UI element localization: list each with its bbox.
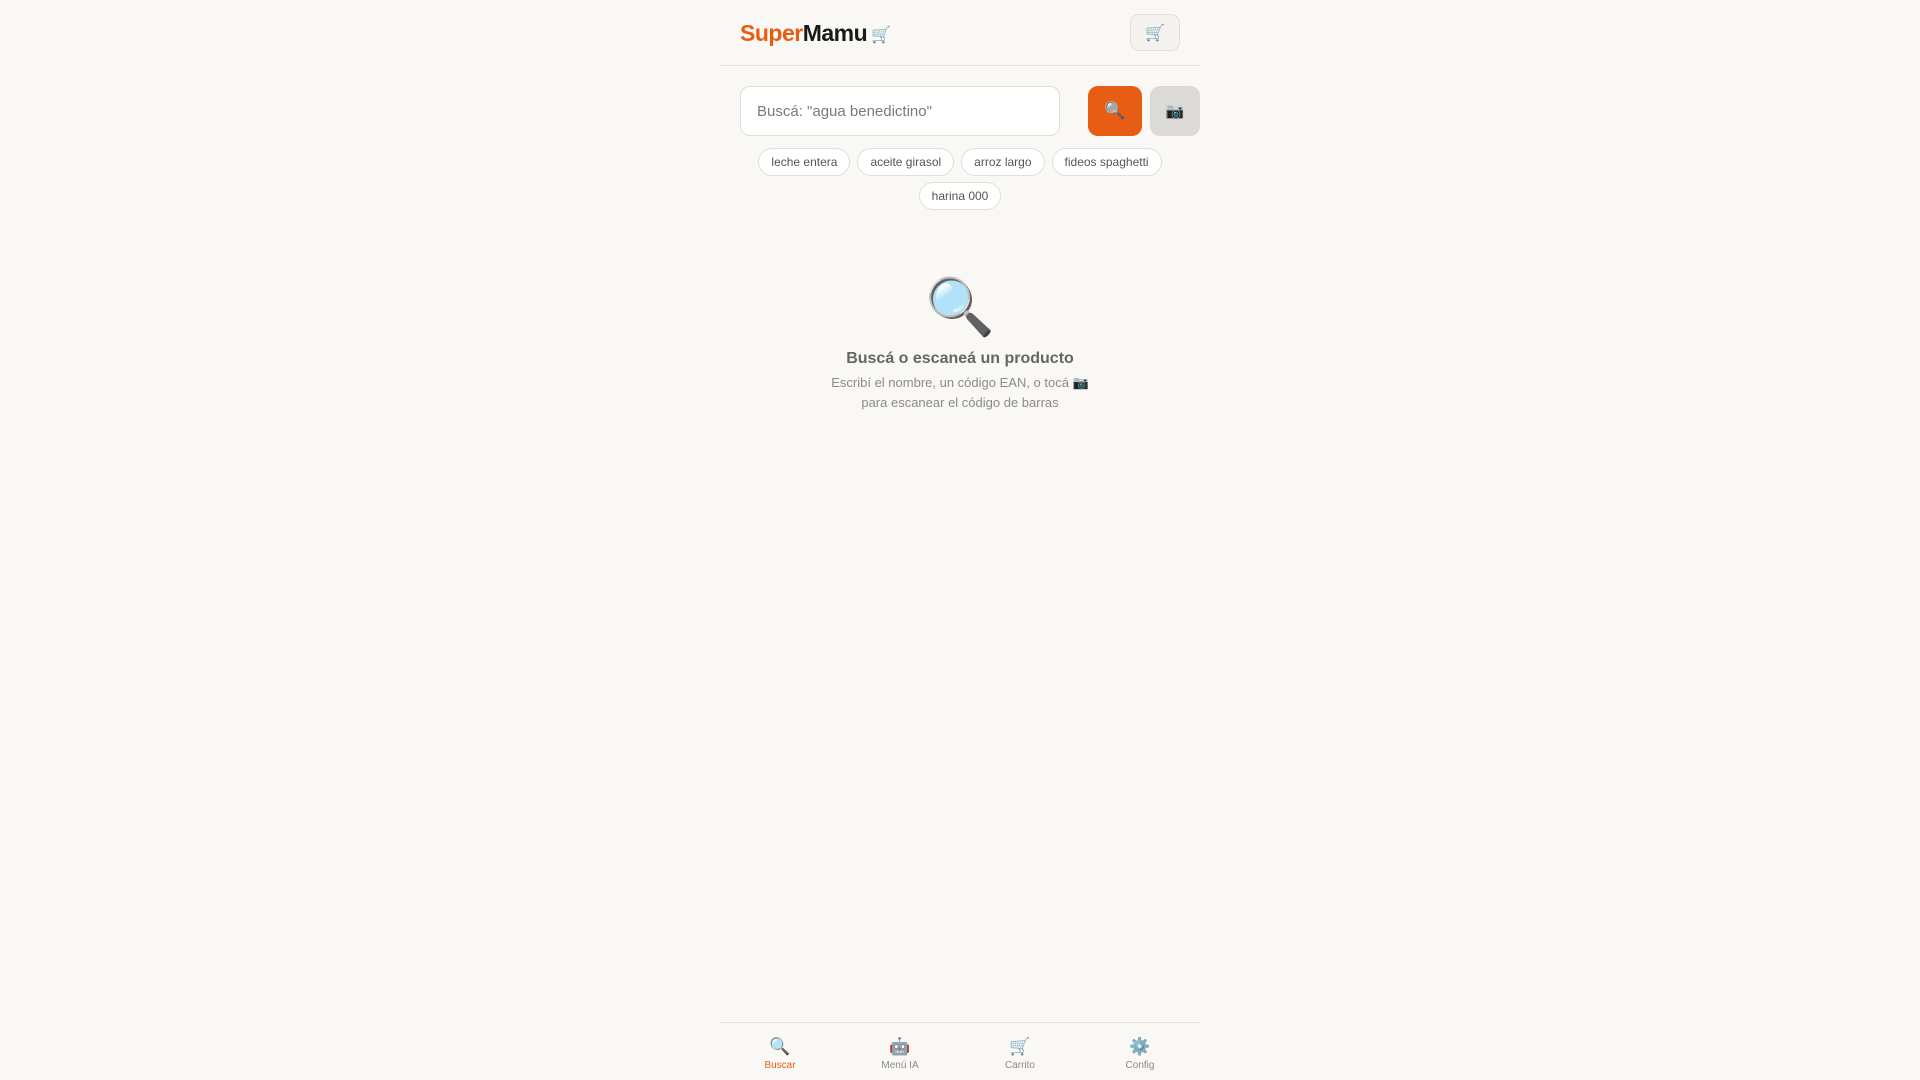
- nav-label: Buscar: [764, 1060, 796, 1071]
- suggestion-chip[interactable]: fideos spaghetti: [1051, 148, 1162, 176]
- nav-item-menu-ia[interactable]: 🤖 Menú IA: [840, 1023, 960, 1080]
- nav-item-config[interactable]: ⚙️ Config: [1080, 1023, 1200, 1080]
- nav-item-buscar[interactable]: 🔍 Buscar: [720, 1023, 840, 1080]
- empty-state-line-2: para escanear el código de barras: [861, 395, 1059, 410]
- nav-item-carrito[interactable]: 🛒 Carrito: [960, 1023, 1080, 1080]
- suggestion-chip[interactable]: arroz largo: [961, 148, 1045, 176]
- logo: Super Mamu 🛒: [740, 20, 891, 47]
- gear-icon: ⚙️: [1129, 1037, 1151, 1056]
- nav-label: Menú IA: [881, 1060, 919, 1071]
- search-icon: 🔍: [1104, 101, 1126, 120]
- suggestion-chip[interactable]: aceite girasol: [857, 148, 955, 176]
- cart-icon: 🛒: [1009, 1037, 1031, 1056]
- empty-state-title: Buscá o escaneá un producto: [846, 350, 1074, 367]
- logo-mamu: Mamu: [802, 20, 868, 46]
- app-container: Super Mamu 🛒 🛒 🔍 📷 leche entera aceite g…: [720, 0, 1200, 1080]
- search-row: 🔍 📷: [740, 86, 1200, 136]
- header-cart-button[interactable]: 🛒: [1130, 14, 1180, 51]
- nav-label: Carrito: [1004, 1060, 1035, 1071]
- suggestion-chip[interactable]: harina 000: [918, 182, 1002, 210]
- search-button[interactable]: 🔍: [1088, 86, 1142, 136]
- header: Super Mamu 🛒 🛒: [720, 0, 1200, 66]
- camera-icon: 📷: [1165, 103, 1185, 120]
- logo-super: Super: [740, 20, 803, 46]
- suggestion-chip[interactable]: leche entera: [758, 148, 851, 176]
- nav-label: Config: [1125, 1060, 1155, 1071]
- scan-button[interactable]: 📷: [1150, 86, 1200, 136]
- logo-cart-icon: 🛒: [871, 26, 891, 44]
- empty-state-line-1: Escribí el nombre, un código EAN, o tocá…: [831, 375, 1089, 390]
- suggestion-chips: leche entera aceite girasol arroz largo …: [740, 148, 1180, 210]
- robot-icon: 🤖: [889, 1037, 911, 1056]
- search-input[interactable]: [740, 86, 1060, 136]
- cart-icon: 🛒: [1145, 24, 1165, 42]
- bottom-nav: 🔍 Buscar 🤖 Menú IA 🛒 Carrito ⚙️ Config: [720, 1022, 1200, 1080]
- magnifier-icon: 🔍: [925, 275, 995, 338]
- search-icon: 🔍: [769, 1037, 791, 1056]
- empty-state-description: Escribí el nombre, un código EAN, o tocá…: [720, 373, 1200, 413]
- empty-state: 🔍 Buscá o escaneá un producto Escribí el…: [720, 272, 1200, 413]
